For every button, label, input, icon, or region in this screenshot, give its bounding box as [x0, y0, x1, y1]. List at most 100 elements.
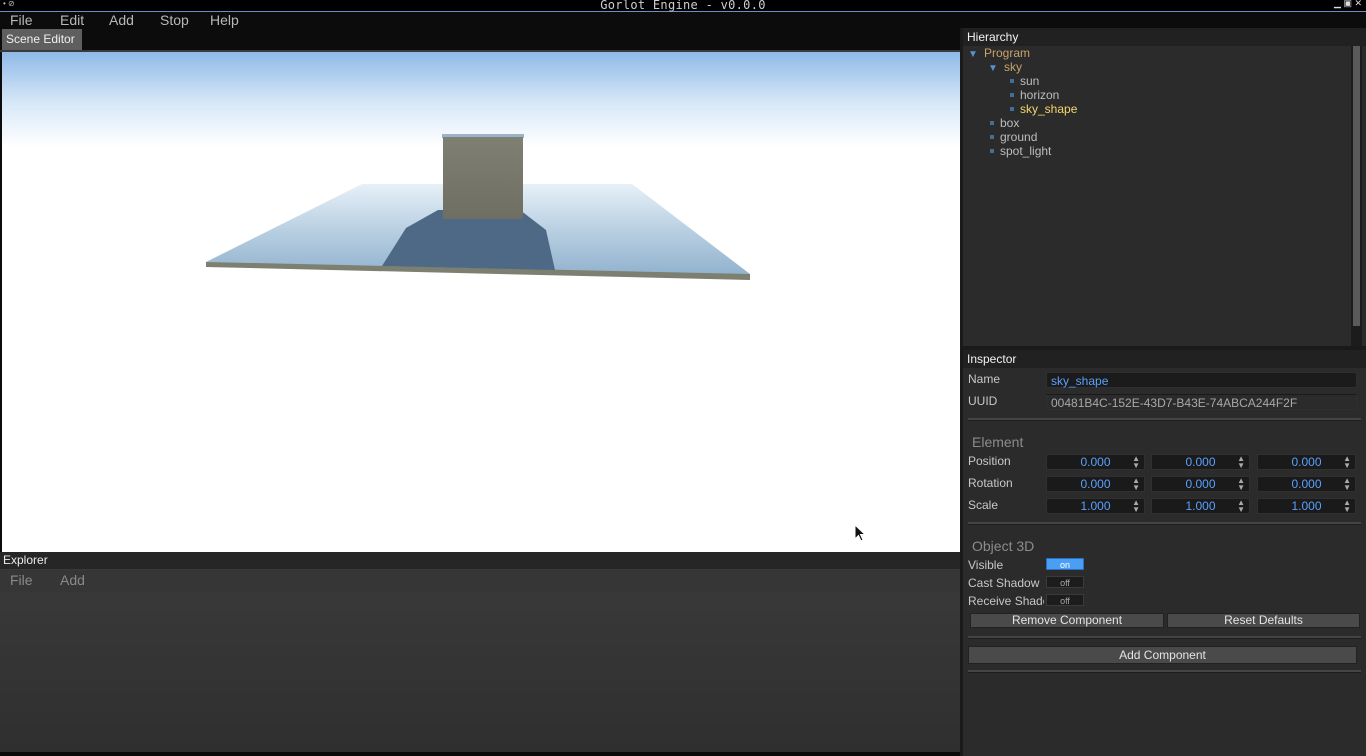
- spin-arrows-icon[interactable]: ▲ ▼: [1132, 499, 1140, 514]
- node-bullet-icon: [1010, 92, 1014, 97]
- receive-shadow-toggle[interactable]: off: [1046, 594, 1084, 606]
- object3d-section-title: Object 3D: [972, 538, 1035, 554]
- rotation-y-input[interactable]: 0.000 ▲ ▼: [1151, 476, 1250, 492]
- cast-shadow-toggle[interactable]: off: [1046, 576, 1084, 588]
- mouse-cursor-icon: [854, 524, 866, 542]
- spin-arrows-icon[interactable]: ▲ ▼: [1237, 499, 1245, 514]
- position-y-value: 0.000: [1185, 455, 1216, 469]
- separator: [968, 636, 1361, 639]
- menu-stop[interactable]: Stop: [160, 12, 189, 28]
- tree-item-program[interactable]: ▼ Program: [968, 46, 1030, 60]
- rotation-y-value: 0.000: [1185, 477, 1216, 491]
- spin-arrows-icon[interactable]: ▲ ▼: [1343, 499, 1351, 514]
- uuid-field: 00481B4C-152E-43D7-B43E-74ABCA244F2F: [1046, 394, 1357, 410]
- menu-add[interactable]: Add: [109, 12, 134, 28]
- window-controls[interactable]: ▁ ▣ ✕: [1334, 0, 1362, 9]
- hierarchy-title: Hierarchy: [963, 28, 1366, 46]
- name-label: Name: [968, 372, 1001, 386]
- uuid-label: UUID: [968, 394, 998, 408]
- tree-item-sun[interactable]: sun: [1010, 74, 1039, 88]
- remove-component-button[interactable]: Remove Component: [970, 613, 1164, 628]
- scale-y-value: 1.000: [1185, 499, 1216, 513]
- rotation-label: Rotation: [968, 476, 1013, 490]
- hierarchy-tree: ▼ Program ▼ sky sun horizon sky_shape box …: [963, 46, 1351, 346]
- node-bullet-icon: [990, 134, 994, 139]
- box-front: [443, 137, 523, 219]
- rotation-z-input[interactable]: 0.000 ▲ ▼: [1257, 476, 1356, 492]
- scrollbar-thumb[interactable]: [1353, 46, 1360, 326]
- expanded-triangle-icon[interactable]: ▼: [968, 48, 984, 62]
- spin-arrows-icon[interactable]: ▲ ▼: [1237, 477, 1245, 492]
- tree-item-label: sky_shape: [1020, 102, 1078, 116]
- position-label: Position: [968, 454, 1011, 468]
- separator: [968, 670, 1361, 673]
- add-component-button[interactable]: Add Component: [968, 646, 1357, 664]
- spin-arrows-icon[interactable]: ▲ ▼: [1132, 455, 1140, 470]
- tree-item-sky[interactable]: ▼ sky: [988, 60, 1022, 74]
- expanded-triangle-icon[interactable]: ▼: [988, 62, 1004, 76]
- tree-item-spot-light[interactable]: spot_light: [990, 144, 1051, 158]
- explorer-menu-add[interactable]: Add: [60, 572, 85, 588]
- tree-item-label: sun: [1020, 74, 1040, 88]
- separator: [968, 418, 1361, 421]
- hierarchy-scrollbar[interactable]: [1351, 46, 1362, 346]
- position-x-value: 0.000: [1080, 455, 1111, 469]
- tree-item-label: spot_light: [1000, 144, 1052, 158]
- explorer-panel: Explorer File Add: [0, 552, 960, 752]
- inspector-title: Inspector: [963, 350, 1366, 368]
- hierarchy-panel: Hierarchy ▼ Program ▼ sky sun horizon sky_…: [963, 28, 1366, 346]
- tree-item-label: sky: [1004, 60, 1022, 74]
- reset-defaults-button[interactable]: Reset Defaults: [1167, 613, 1360, 628]
- spin-arrows-icon[interactable]: ▲ ▼: [1132, 477, 1140, 492]
- position-y-input[interactable]: 0.000 ▲ ▼: [1151, 454, 1250, 470]
- window-title: Gorlot Engine - v0.0.0: [600, 0, 766, 12]
- menu-edit[interactable]: Edit: [60, 12, 84, 28]
- tree-item-label: box: [1000, 116, 1020, 130]
- scene-render: [206, 134, 750, 280]
- scene-viewport[interactable]: [2, 52, 960, 552]
- scale-z-value: 1.000: [1291, 499, 1322, 513]
- position-z-value: 0.000: [1291, 455, 1322, 469]
- scale-label: Scale: [968, 498, 999, 512]
- name-input[interactable]: sky_shape: [1046, 372, 1357, 388]
- scale-y-input[interactable]: 1.000 ▲ ▼: [1151, 498, 1250, 514]
- node-bullet-icon: [1010, 78, 1014, 83]
- rotation-z-value: 0.000: [1291, 477, 1322, 491]
- tree-item-label: ground: [1000, 130, 1038, 144]
- receive-shadow-label: Receive Shadow: [968, 594, 1044, 608]
- rotation-x-input[interactable]: 0.000 ▲ ▼: [1046, 476, 1145, 492]
- scale-z-input[interactable]: 1.000 ▲ ▼: [1257, 498, 1356, 514]
- separator: [968, 522, 1361, 525]
- explorer-menu-bar: File Add: [0, 570, 960, 592]
- scale-x-value: 1.000: [1080, 499, 1111, 513]
- tree-item-horizon[interactable]: horizon: [1010, 88, 1059, 102]
- position-z-input[interactable]: 0.000 ▲ ▼: [1257, 454, 1356, 470]
- element-section-title: Element: [972, 434, 1024, 450]
- tree-item-ground[interactable]: ground: [990, 130, 1037, 144]
- rotation-x-value: 0.000: [1080, 477, 1111, 491]
- window-title-bar: • ⊘ Gorlot Engine - v0.0.0 ▁ ▣ ✕: [0, 0, 1366, 12]
- menu-help[interactable]: Help: [210, 12, 239, 28]
- node-bullet-icon: [990, 120, 994, 125]
- position-x-input[interactable]: 0.000 ▲ ▼: [1046, 454, 1145, 470]
- tree-item-label: Program: [984, 46, 1031, 60]
- node-bullet-icon: [1010, 106, 1014, 111]
- tab-scene-editor[interactable]: Scene Editor: [2, 29, 82, 50]
- menu-bar: File Edit Add Stop Help: [0, 12, 962, 28]
- menu-file[interactable]: File: [10, 12, 33, 28]
- spin-arrows-icon[interactable]: ▲ ▼: [1237, 455, 1245, 470]
- cast-shadow-label: Cast Shadow: [968, 576, 1040, 590]
- inspector-panel: Inspector Name sky_shape UUID 00481B4C-1…: [963, 350, 1366, 756]
- tree-item-box[interactable]: box: [990, 116, 1019, 130]
- spin-arrows-icon[interactable]: ▲ ▼: [1343, 477, 1351, 492]
- bottom-edge: [0, 752, 962, 756]
- scale-x-input[interactable]: 1.000 ▲ ▼: [1046, 498, 1145, 514]
- explorer-title: Explorer: [0, 552, 960, 569]
- visible-label: Visible: [968, 558, 1004, 572]
- tree-item-label: horizon: [1020, 88, 1060, 102]
- tree-item-sky-shape[interactable]: sky_shape: [1010, 102, 1077, 116]
- explorer-menu-file[interactable]: File: [10, 572, 33, 588]
- visible-toggle[interactable]: on: [1046, 558, 1084, 570]
- spin-arrows-icon[interactable]: ▲ ▼: [1343, 455, 1351, 470]
- node-bullet-icon: [990, 148, 994, 153]
